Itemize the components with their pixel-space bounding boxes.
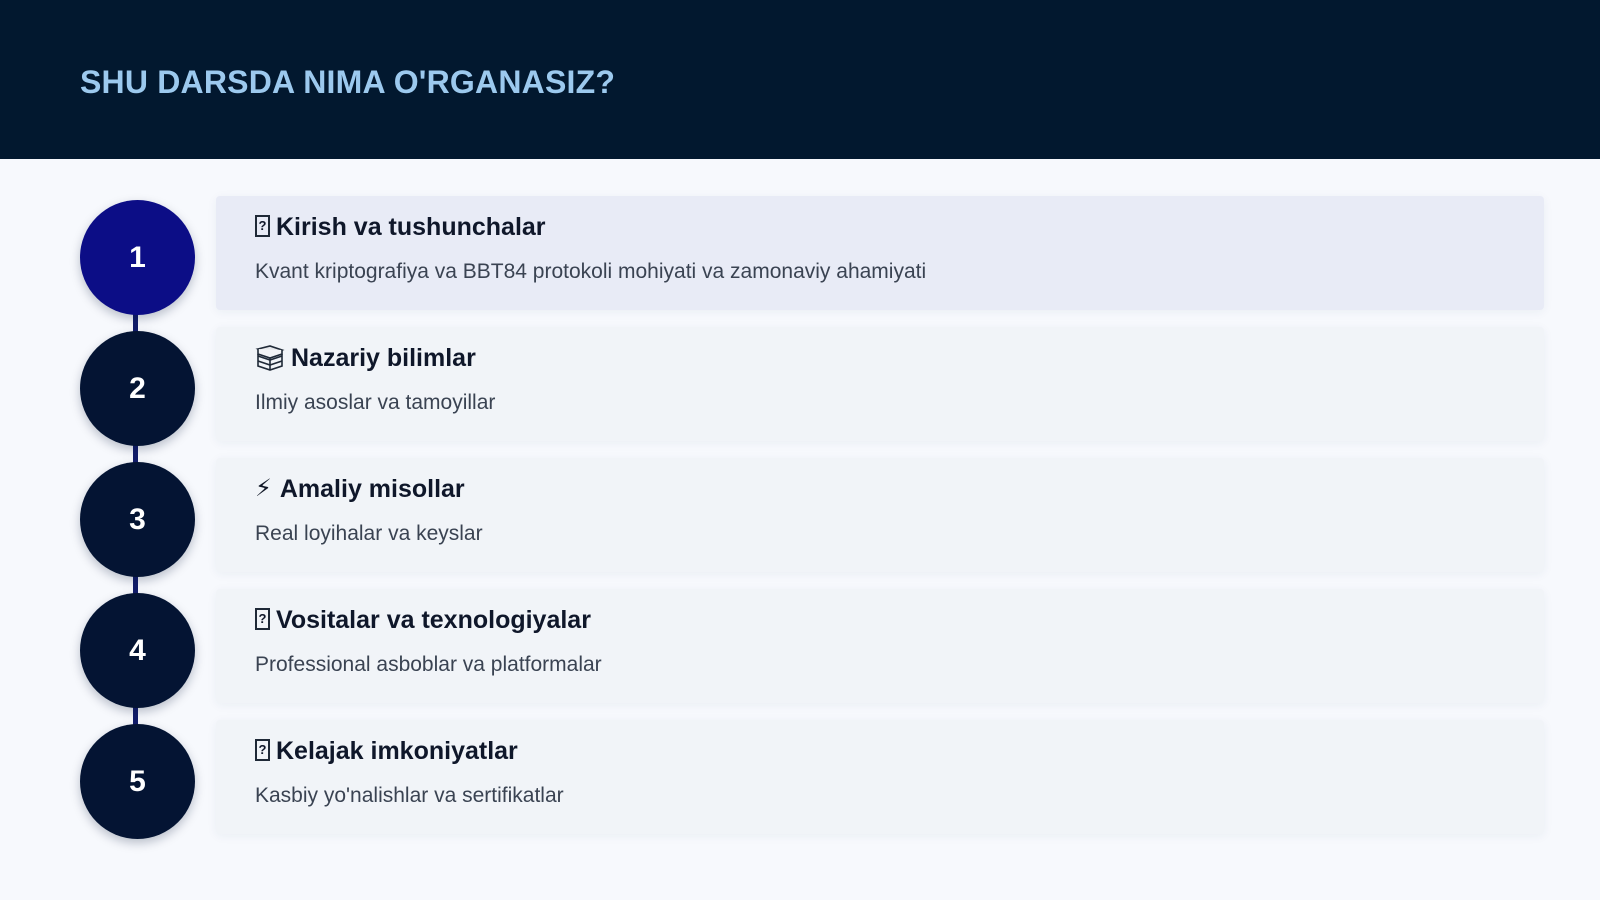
unknown-glyph-icon: ?: [255, 608, 270, 630]
step-number-badge: 3: [80, 462, 195, 577]
step-1: 1 ? Kirish va tushunchalar Kvant kriptog…: [0, 196, 1600, 315]
step-title-text: Nazariy bilimlar: [291, 344, 476, 372]
step-2: 2 Nazariy bilimlar Ilmiy asoslar va tamo…: [0, 327, 1600, 446]
step-4: 4 ? Vositalar va texnologiyalar Professi…: [0, 589, 1600, 708]
step-title: ? Vositalar va texnologiyalar: [255, 603, 591, 637]
step-card: ? Kelajak imkoniyatlar Kasbiy yo'nalishl…: [216, 720, 1544, 834]
unknown-glyph-icon: ?: [255, 215, 270, 237]
step-card: ? Vositalar va texnologiyalar Profession…: [216, 589, 1544, 703]
step-title-text: Kelajak imkoniyatlar: [276, 737, 518, 765]
step-description: Real loyihalar va keyslar: [255, 522, 483, 545]
step-card: ? Kirish va tushunchalar Kvant kriptogra…: [216, 196, 1544, 310]
step-card: ⚡ Amaliy misollar Real loyihalar va keys…: [216, 458, 1544, 572]
step-title-text: Vositalar va texnologiyalar: [276, 606, 591, 634]
step-title: Nazariy bilimlar: [255, 341, 476, 375]
step-number-badge: 5: [80, 724, 195, 839]
step-description: Kasbiy yo'nalishlar va sertifikatlar: [255, 784, 564, 807]
step-title: ? Kelajak imkoniyatlar: [255, 734, 518, 768]
step-card: Nazariy bilimlar Ilmiy asoslar va tamoyi…: [216, 327, 1544, 441]
step-3: 3 ⚡ Amaliy misollar Real loyihalar va ke…: [0, 458, 1600, 577]
learning-steps-timeline: 1 ? Kirish va tushunchalar Kvant kriptog…: [0, 0, 1600, 900]
step-description: Professional asboblar va platformalar: [255, 653, 602, 676]
step-description: Kvant kriptografiya va BBT84 protokoli m…: [255, 260, 927, 283]
books-icon: [255, 345, 285, 371]
step-number-badge: 1: [80, 200, 195, 315]
unknown-glyph-icon: ?: [255, 739, 270, 761]
step-number-badge: 2: [80, 331, 195, 446]
step-title: ⚡ Amaliy misollar: [255, 472, 465, 506]
step-number-badge: 4: [80, 593, 195, 708]
lightning-icon: ⚡: [255, 475, 272, 502]
step-description: Ilmiy asoslar va tamoyillar: [255, 391, 496, 414]
step-title: ? Kirish va tushunchalar: [255, 210, 546, 244]
step-title-text: Amaliy misollar: [279, 475, 465, 503]
step-title-text: Kirish va tushunchalar: [276, 213, 546, 241]
step-5: 5 ? Kelajak imkoniyatlar Kasbiy yo'nalis…: [0, 720, 1600, 839]
